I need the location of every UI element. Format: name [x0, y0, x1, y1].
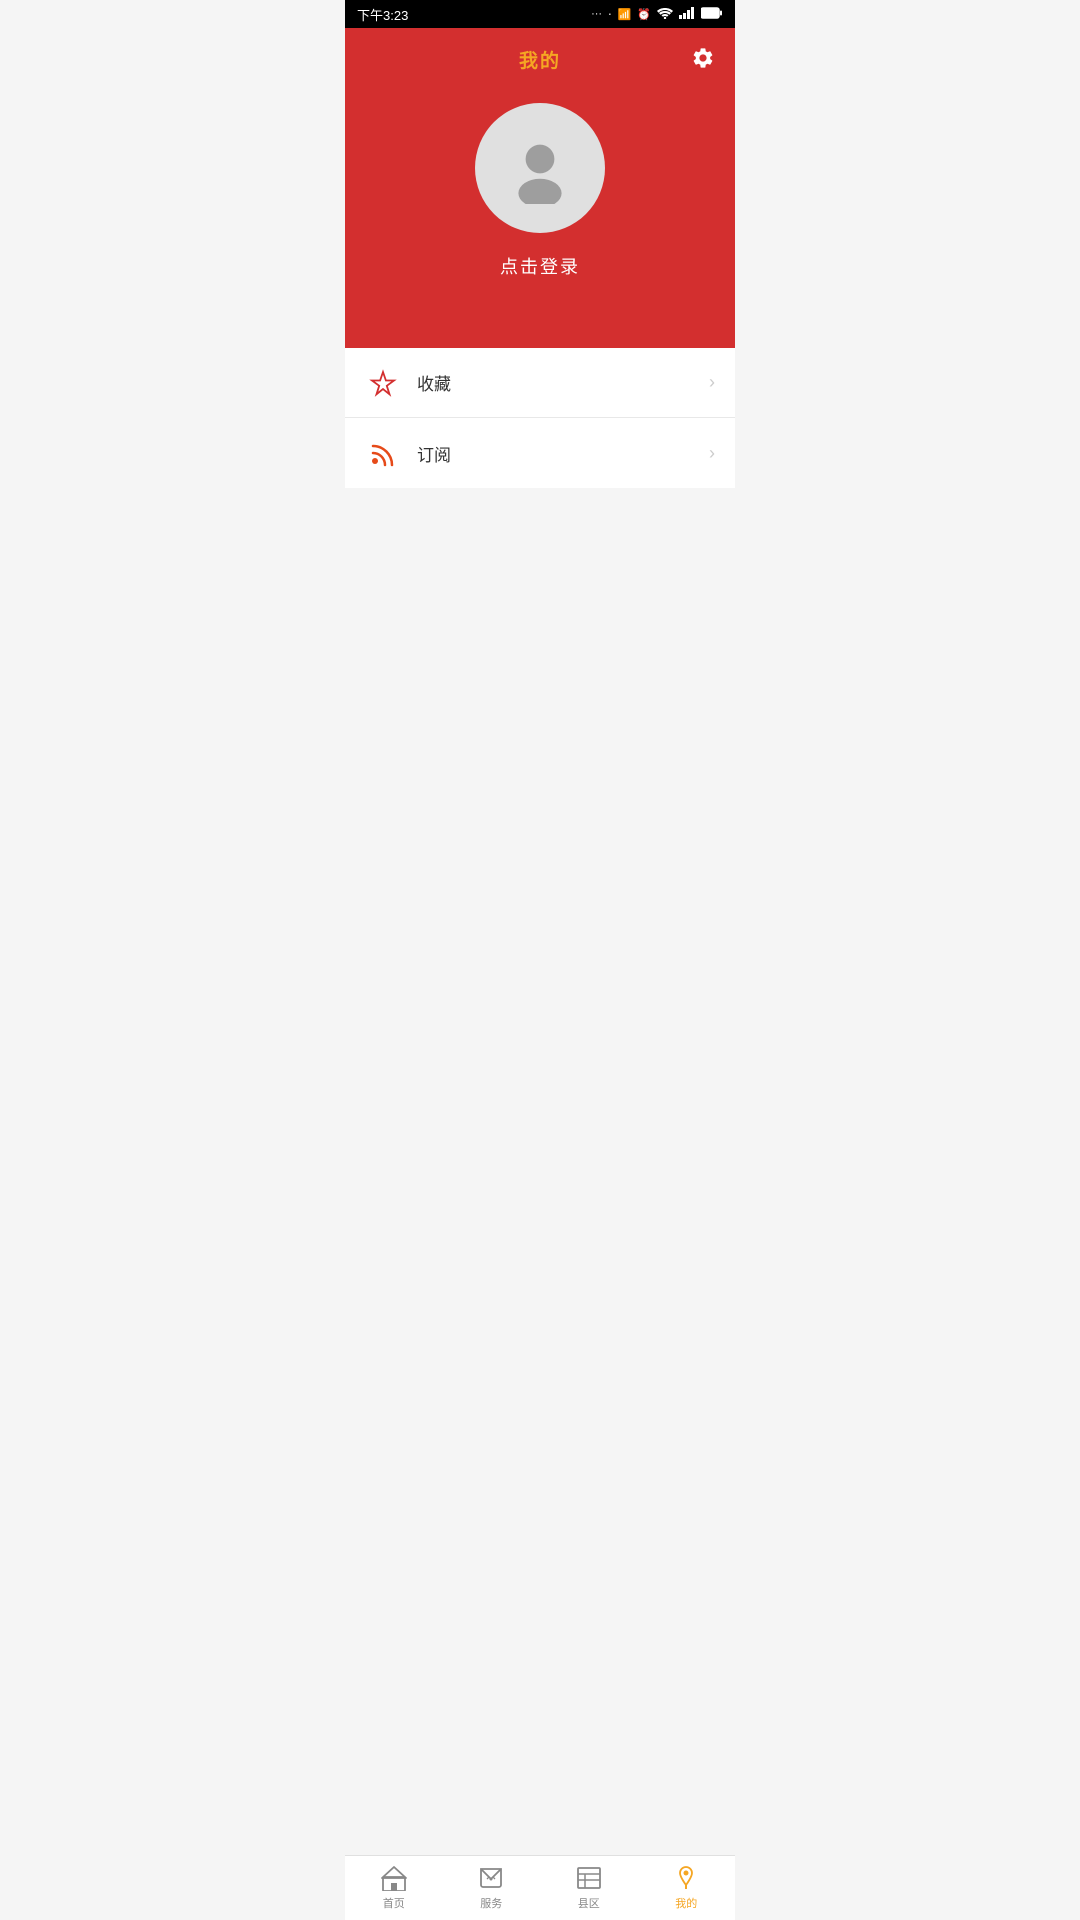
subscriptions-menu-item[interactable]: 订阅 ›: [345, 418, 735, 488]
status-icons: ··· ⋅ 📶 ⏰: [591, 7, 723, 22]
bluetooth-b-icon: 📶: [618, 8, 632, 21]
nav-county-label: 县区: [578, 1895, 600, 1911]
login-text[interactable]: 点击登录: [500, 253, 580, 279]
nav-services-label: 服务: [480, 1895, 502, 1911]
battery-icon: [701, 7, 723, 22]
settings-icon[interactable]: [691, 46, 715, 76]
subscriptions-arrow: ›: [709, 443, 715, 464]
nav-item-mine[interactable]: 我的: [638, 1856, 736, 1920]
nav-item-county[interactable]: 县区: [540, 1856, 638, 1920]
status-bar: 下午3:23 ··· ⋅ 📶 ⏰: [345, 0, 735, 28]
rss-icon: [365, 435, 401, 471]
favorites-label: 收藏: [417, 370, 709, 395]
bottom-nav: 首页 服务 县区 我的: [345, 1855, 735, 1920]
subscriptions-label: 订阅: [417, 441, 709, 466]
avatar[interactable]: [475, 103, 605, 233]
alarm-icon: ⏰: [637, 8, 651, 21]
star-icon: [365, 365, 401, 401]
signal-icon: [679, 7, 695, 22]
favorites-arrow: ›: [709, 372, 715, 393]
nav-mine-label: 我的: [675, 1895, 697, 1911]
page-title: 我的: [519, 46, 561, 73]
bluetooth-icon: ⋅: [608, 8, 612, 21]
hero-section: 我的 点击登录: [345, 28, 735, 348]
status-time: 下午3:23: [357, 5, 408, 24]
favorites-menu-item[interactable]: 收藏 ›: [345, 348, 735, 418]
nav-home-label: 首页: [383, 1895, 405, 1911]
dots-icon: ···: [591, 8, 602, 20]
nav-item-services[interactable]: 服务: [443, 1856, 541, 1920]
content-spacer: [345, 488, 735, 779]
wifi-icon: [657, 7, 673, 22]
nav-item-home[interactable]: 首页: [345, 1856, 443, 1920]
menu-list: 收藏 › 订阅 ›: [345, 348, 735, 488]
